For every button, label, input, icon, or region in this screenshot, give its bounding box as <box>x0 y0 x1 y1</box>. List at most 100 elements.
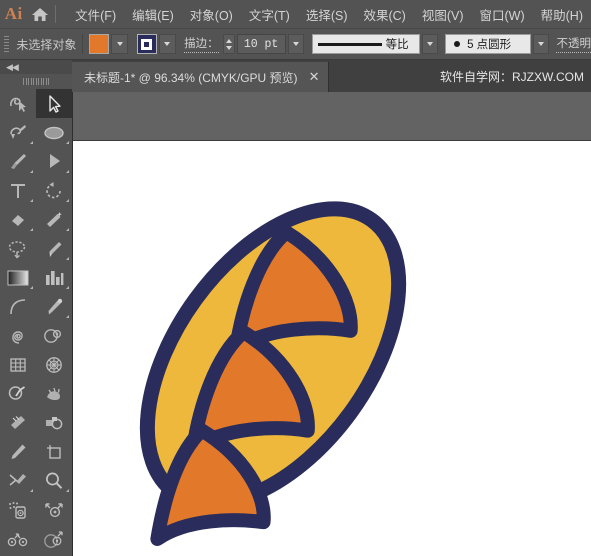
bread-loaf-artwork[interactable] <box>73 141 591 556</box>
stroke-dropdown-caret[interactable] <box>158 34 176 54</box>
fill-color-swatch[interactable] <box>89 34 110 54</box>
magic-wand-icon <box>47 211 62 227</box>
menu-object[interactable]: 对象(O) <box>182 1 241 28</box>
tool-rotate[interactable] <box>36 176 72 205</box>
tool-symbol-scruncher[interactable] <box>0 524 36 553</box>
flyout-indicator <box>66 489 69 492</box>
menu-view[interactable]: 视图(V) <box>414 1 472 28</box>
artboard-icon <box>47 444 61 459</box>
collapse-icon[interactable]: ◀◀ <box>6 62 19 73</box>
tool-blob-brush[interactable] <box>0 408 36 437</box>
brush-definition-caret[interactable] <box>533 34 550 54</box>
tool-spiral[interactable] <box>0 321 36 350</box>
ai-logo: Ai <box>4 4 23 23</box>
curvature-pen-icon <box>10 124 26 139</box>
artboard-canvas[interactable] <box>73 140 591 556</box>
brush-dot-icon <box>454 41 461 47</box>
chevron-down-icon <box>538 42 545 46</box>
stroke-weight-label[interactable]: 描边： <box>184 35 219 53</box>
symbol-sizer-icon <box>44 530 63 548</box>
menu-window[interactable]: 窗口(W) <box>472 1 533 28</box>
tool-shape-builder[interactable] <box>0 379 36 408</box>
menu-divider <box>55 5 57 23</box>
tool-shape-modes[interactable] <box>36 408 72 437</box>
symbol-sprayer-icon <box>9 501 26 519</box>
tool-column-graph[interactable] <box>36 263 72 292</box>
tool-selection[interactable] <box>36 89 72 118</box>
stroke-weight-stepper[interactable] <box>222 34 235 54</box>
tool-ellipse[interactable] <box>36 118 72 147</box>
tool-paintbrush[interactable] <box>0 147 36 176</box>
menu-effect[interactable]: 效果(C) <box>355 1 413 28</box>
flyout-indicator <box>30 199 33 202</box>
tool-eyedropper[interactable] <box>36 292 72 321</box>
lasso-icon <box>8 240 26 258</box>
tool-blend[interactable] <box>36 321 72 350</box>
tool-artboard[interactable] <box>36 437 72 466</box>
control-bar-grip[interactable] <box>2 33 10 55</box>
symbol-shifter-icon <box>45 502 63 517</box>
type-t-icon <box>11 183 25 198</box>
direct-selection-icon <box>50 153 60 168</box>
tool-grid <box>0 89 72 556</box>
opacity-label[interactable]: 不透明 <box>556 35 591 53</box>
tool-pencil[interactable] <box>0 437 36 466</box>
tool-zoom[interactable] <box>36 466 72 495</box>
chevron-down-icon <box>293 42 300 46</box>
tool-pen[interactable] <box>36 234 72 263</box>
menu-item-list: 文件(F) 编辑(E) 对象(O) 文字(T) 选择(S) 效果(C) 视图(V… <box>67 1 591 28</box>
stroke-profile-select[interactable]: 等比 <box>311 34 420 54</box>
tool-lasso[interactable] <box>0 234 36 263</box>
magnifier-icon <box>46 472 63 489</box>
tool-panel-grip[interactable] <box>0 74 72 89</box>
tool-symbol-sizer[interactable] <box>36 524 72 553</box>
rect-grid-icon <box>10 357 26 372</box>
flyout-indicator <box>66 315 69 318</box>
flyout-indicator <box>66 228 69 231</box>
close-icon[interactable]: ✕ <box>309 71 320 84</box>
home-icon[interactable] <box>27 0 53 28</box>
menu-edit[interactable]: 编辑(E) <box>124 1 182 28</box>
tool-symbol-shifter[interactable] <box>36 495 72 524</box>
menu-file[interactable]: 文件(F) <box>67 1 124 28</box>
polar-grid-icon <box>46 356 62 373</box>
selection-status-label: 未选择对象 <box>16 37 77 52</box>
tool-panel-header[interactable]: ◀◀ <box>0 60 72 74</box>
flyout-indicator <box>30 170 33 173</box>
blob-brush-icon <box>11 415 25 429</box>
stroke-color-swatch[interactable] <box>136 34 157 54</box>
tool-curvature[interactable] <box>0 118 36 147</box>
document-tab[interactable]: 未标题-1* @ 96.34% (CMYK/GPU 预览) ✕ <box>72 62 330 92</box>
menu-select[interactable]: 选择(S) <box>298 1 356 28</box>
flyout-indicator <box>30 228 33 231</box>
stroke-swatch-group <box>136 34 176 54</box>
tool-direct-selection[interactable] <box>36 147 72 176</box>
tool-magic-wand[interactable] <box>36 205 72 234</box>
tool-shaper[interactable] <box>0 89 36 118</box>
menu-type[interactable]: 文字(T) <box>241 1 298 28</box>
tool-live-paint[interactable] <box>36 379 72 408</box>
tool-type[interactable] <box>0 176 36 205</box>
stroke-weight-input[interactable]: 10 pt <box>236 34 287 54</box>
tool-arc[interactable] <box>0 292 36 321</box>
tool-gradient[interactable] <box>0 263 36 292</box>
eyedropper-icon <box>48 298 63 314</box>
fill-dropdown-caret[interactable] <box>111 34 129 54</box>
watermark-text: 软件自学网：RJZXW.COM <box>440 69 584 84</box>
chevron-down-icon <box>164 42 171 46</box>
brush-definition-select[interactable]: 5 点圆形 <box>445 34 532 54</box>
tool-polar-grid[interactable] <box>36 350 72 379</box>
stroke-profile-icon <box>317 42 382 46</box>
selection-arrow-icon <box>49 94 61 113</box>
brush-definition-label: 5 点圆形 <box>467 39 512 51</box>
tool-eraser[interactable] <box>0 205 36 234</box>
tool-symbol-sprayer[interactable] <box>0 495 36 524</box>
tool-rectangular-grid[interactable] <box>0 350 36 379</box>
stroke-weight-dropdown-caret[interactable] <box>288 34 305 54</box>
stroke-profile-caret[interactable] <box>421 34 438 54</box>
menu-help[interactable]: 帮助(H) <box>533 1 591 28</box>
symbol-scruncher-icon <box>7 532 28 546</box>
tool-scissors[interactable] <box>0 466 36 495</box>
flyout-indicator <box>66 170 69 173</box>
stroke-inner-ring <box>141 38 153 50</box>
